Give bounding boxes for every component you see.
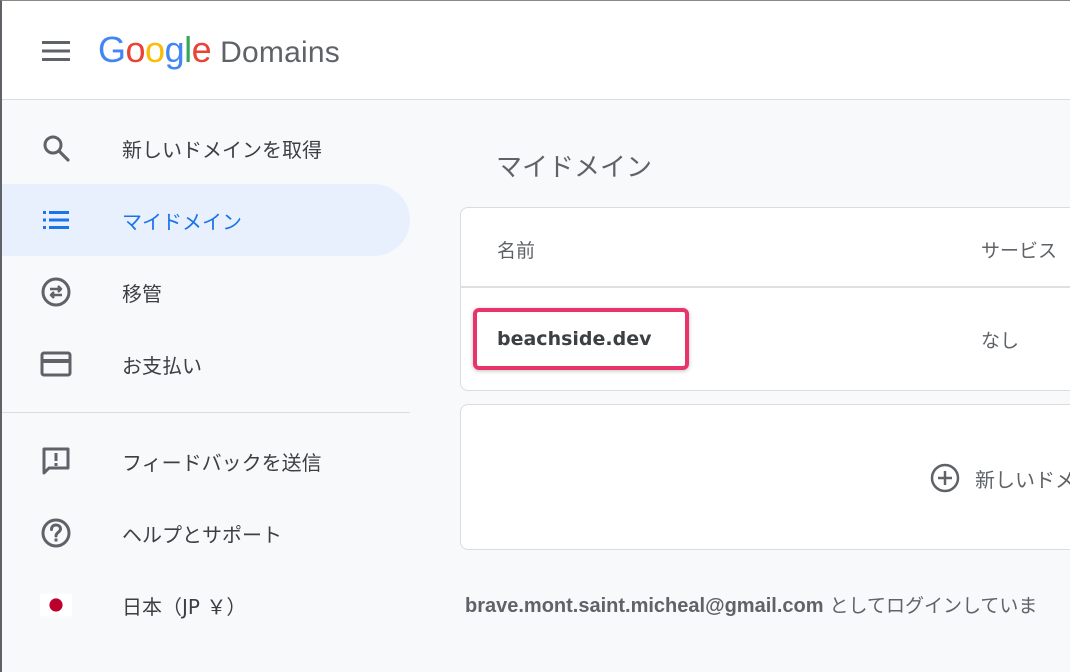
login-status: brave.mont.saint.micheal@gmail.com としてログ…	[465, 591, 1037, 618]
domains-table: 名前 サービス beachside.dev なし	[460, 207, 1070, 391]
table-row[interactable]: beachside.dev なし	[461, 290, 1070, 390]
sidebar-item-region[interactable]: 日本（JP ￥）	[2, 569, 410, 641]
add-domain-card: 新しいドメ	[460, 404, 1070, 550]
google-logo-text: Google	[98, 29, 212, 70]
feedback-icon	[40, 445, 72, 477]
transfer-icon	[40, 276, 72, 308]
google-domains-logo[interactable]: Google Domains	[98, 29, 340, 73]
sidebar-item-feedback[interactable]: フィードバックを送信	[2, 425, 410, 497]
sidebar-item-label: 新しいドメインを取得	[122, 137, 322, 162]
sidebar-item-label: お支払い	[122, 353, 202, 378]
table-header: 名前 サービス	[461, 208, 1070, 288]
column-header-name[interactable]: 名前	[497, 236, 535, 263]
hamburger-menu-icon[interactable]	[40, 38, 72, 64]
app-header: Google Domains	[2, 1, 1070, 100]
sidebar-item-label: ヘルプとサポート	[122, 522, 282, 547]
add-domain-button[interactable]: 新しいドメ	[929, 460, 1070, 496]
add-circle-icon	[929, 462, 961, 494]
sidebar-item-label: 日本（JP ￥）	[122, 594, 247, 619]
help-icon	[40, 517, 72, 549]
sidebar-item-label: 移管	[122, 281, 162, 306]
sidebar-item-label: フィードバックを送信	[122, 450, 322, 475]
domain-service-value: なし	[981, 330, 1020, 352]
login-status-suffix: としてログインしていま	[823, 595, 1038, 617]
list-icon	[40, 204, 72, 236]
sidebar-item-payment[interactable]: お支払い	[2, 328, 410, 400]
account-email: brave.mont.saint.micheal@gmail.com	[465, 595, 824, 617]
credit-card-icon	[40, 348, 72, 380]
add-domain-label: 新しいドメ	[975, 467, 1070, 492]
page-title: マイドメイン	[496, 153, 653, 183]
sidebar-item-transfer[interactable]: 移管	[2, 256, 410, 328]
search-icon	[40, 132, 72, 164]
sidebar-divider	[2, 412, 410, 413]
domains-logo-text: Domains	[220, 36, 340, 69]
column-header-service[interactable]: サービス	[981, 236, 1057, 263]
sidebar-item-my-domains[interactable]: マイドメイン	[2, 184, 410, 256]
sidebar-item-help[interactable]: ヘルプとサポート	[2, 497, 410, 569]
sidebar-item-label: マイドメイン	[122, 209, 242, 234]
sidebar-nav: 新しいドメインを取得 マイドメイン 移管 お支払い フィードバックを送信 ヘルプ…	[2, 101, 412, 672]
japan-flag-icon	[40, 589, 72, 621]
sidebar-item-get-domain[interactable]: 新しいドメインを取得	[2, 112, 410, 184]
domain-name-link[interactable]: beachside.dev	[497, 328, 652, 350]
